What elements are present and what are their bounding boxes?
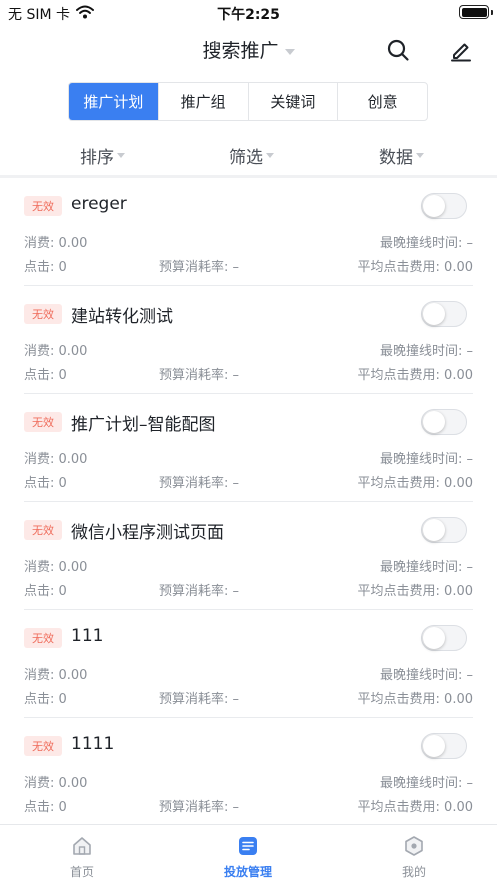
plan-toggle[interactable] (421, 517, 467, 543)
status-badge: 无效 (24, 412, 62, 432)
tabbar-profile[interactable]: 我的 (374, 835, 454, 880)
data-dropdown[interactable]: 数据 (379, 143, 424, 168)
toggle-knob (423, 411, 445, 433)
search-icon[interactable] (386, 38, 410, 62)
status-bar: 无 SIM 卡 下午2:25 (0, 0, 497, 26)
tabbar-home-label: 首页 (69, 865, 94, 879)
chevron-down-icon (266, 153, 274, 158)
nav-bar: 搜索推广 (0, 26, 497, 74)
avg-cpc-value: 平均点击费用: 0.00 (357, 800, 473, 815)
plan-item[interactable]: 无效 推广计划–智能配图 消费: 0.00 最晚撞线时间: – 点击: 0 预算… (0, 394, 497, 502)
clicks-value: 点击: 0 (24, 368, 67, 383)
status-badge: 无效 (24, 520, 62, 540)
budget-rate-value: 预算消耗率: – (159, 368, 240, 383)
plan-name: 111 (71, 626, 104, 646)
last-time-value: 最晚撞线时间: – (379, 560, 473, 575)
status-badge: 无效 (24, 628, 62, 648)
toggle-knob (423, 735, 445, 757)
home-icon (71, 835, 93, 857)
last-time-value: 最晚撞线时间: – (379, 344, 473, 359)
tab-keyword[interactable]: 关键词 (249, 83, 339, 120)
plan-toggle[interactable] (421, 301, 467, 327)
toggle-knob (423, 303, 445, 325)
avg-cpc-value: 平均点击费用: 0.00 (357, 692, 473, 707)
page-title[interactable]: 搜索推广 (0, 36, 497, 63)
edit-icon[interactable] (449, 38, 473, 62)
clicks-value: 点击: 0 (24, 476, 67, 491)
tabbar-campaign[interactable]: 投放管理 (208, 835, 288, 880)
last-time-value: 最晚撞线时间: – (379, 668, 473, 683)
avg-cpc-value: 平均点击费用: 0.00 (357, 260, 473, 275)
toggle-knob (423, 627, 445, 649)
spend-value: 消费: 0.00 (24, 560, 88, 575)
plan-toggle[interactable] (421, 733, 467, 759)
page-title-text: 搜索推广 (202, 40, 279, 62)
filter-bar: 排序 筛选 数据 (0, 134, 497, 174)
status-time: 下午2:25 (217, 7, 280, 23)
clicks-value: 点击: 0 (24, 692, 67, 707)
tab-creative[interactable]: 创意 (338, 83, 427, 120)
profile-icon (403, 835, 425, 857)
status-badge: 无效 (24, 196, 62, 216)
plan-level-tabs: 推广计划 推广组 关键词 创意 (68, 82, 428, 121)
plan-item[interactable]: 无效 111 消费: 0.00 最晚撞线时间: – 点击: 0 预算消耗率: –… (0, 610, 497, 718)
spend-value: 消费: 0.00 (24, 776, 88, 791)
clicks-value: 点击: 0 (24, 260, 67, 275)
list-icon (237, 835, 259, 857)
toggle-knob (423, 195, 445, 217)
chevron-down-icon (284, 48, 295, 55)
chevron-down-icon (117, 153, 125, 158)
avg-cpc-value: 平均点击费用: 0.00 (357, 476, 473, 491)
tabbar-campaign-label: 投放管理 (223, 865, 272, 879)
status-badge: 无效 (24, 736, 62, 756)
avg-cpc-value: 平均点击费用: 0.00 (357, 584, 473, 599)
tabbar-profile-label: 我的 (401, 865, 426, 879)
spend-value: 消费: 0.00 (24, 452, 88, 467)
tab-group[interactable]: 推广组 (159, 83, 249, 120)
last-time-value: 最晚撞线时间: – (379, 776, 473, 791)
clicks-value: 点击: 0 (24, 584, 67, 599)
budget-rate-value: 预算消耗率: – (159, 260, 240, 275)
data-label: 数据 (379, 148, 413, 168)
plan-toggle[interactable] (421, 625, 467, 651)
clicks-value: 点击: 0 (24, 800, 67, 815)
spend-value: 消费: 0.00 (24, 668, 88, 683)
plan-item[interactable]: 无效 ereger 消费: 0.00 最晚撞线时间: – 点击: 0 预算消耗率… (0, 178, 497, 286)
plan-item[interactable]: 无效 建站转化测试 消费: 0.00 最晚撞线时间: – 点击: 0 预算消耗率… (0, 286, 497, 394)
plan-name: 推广计划–智能配图 (71, 415, 216, 435)
toggle-knob (423, 519, 445, 541)
status-badge: 无效 (24, 304, 62, 324)
spend-value: 消费: 0.00 (24, 236, 88, 251)
plan-toggle[interactable] (421, 409, 467, 435)
sort-label: 排序 (80, 148, 114, 168)
plan-name: ereger (71, 194, 127, 214)
battery-icon (459, 5, 493, 19)
spend-value: 消费: 0.00 (24, 344, 88, 359)
tab-plan[interactable]: 推广计划 (69, 83, 159, 120)
bottom-tab-bar: 首页 投放管理 我的 (0, 824, 497, 883)
plan-item[interactable]: 无效 1111 消费: 0.00 最晚撞线时间: – 点击: 0 预算消耗率: … (0, 718, 497, 826)
filter-label: 筛选 (229, 148, 263, 168)
last-time-value: 最晚撞线时间: – (379, 236, 473, 251)
filter-dropdown[interactable]: 筛选 (229, 143, 274, 168)
plan-name: 1111 (71, 734, 115, 754)
chevron-down-icon (416, 153, 424, 158)
budget-rate-value: 预算消耗率: – (159, 692, 240, 707)
plan-name: 微信小程序测试页面 (71, 523, 224, 543)
sort-dropdown[interactable]: 排序 (80, 143, 125, 168)
tabbar-home[interactable]: 首页 (42, 835, 122, 880)
budget-rate-value: 预算消耗率: – (159, 800, 240, 815)
plan-toggle[interactable] (421, 193, 467, 219)
budget-rate-value: 预算消耗率: – (159, 584, 240, 599)
last-time-value: 最晚撞线时间: – (379, 452, 473, 467)
avg-cpc-value: 平均点击费用: 0.00 (357, 368, 473, 383)
plan-item[interactable]: 无效 微信小程序测试页面 消费: 0.00 最晚撞线时间: – 点击: 0 预算… (0, 502, 497, 610)
plan-name: 建站转化测试 (71, 307, 173, 327)
budget-rate-value: 预算消耗率: – (159, 476, 240, 491)
